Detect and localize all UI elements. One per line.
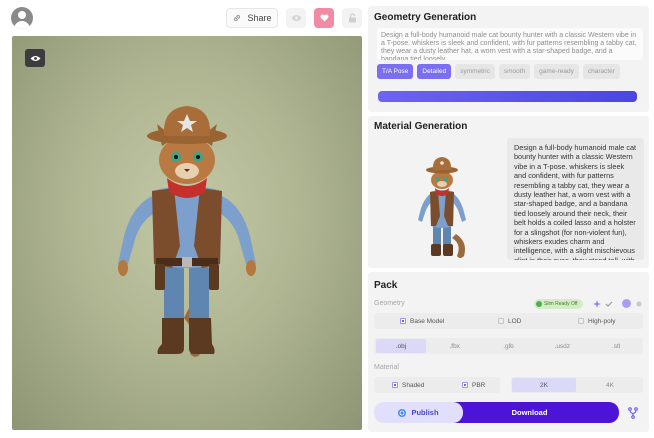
checkbox-icon — [392, 382, 398, 388]
cat-cowboy-thumbnail — [418, 157, 466, 258]
share-label: Share — [247, 13, 272, 23]
cat-cowboy-model — [118, 106, 256, 357]
material-title: Material Generation — [374, 121, 468, 132]
pack-panel: Pack Geometry Slim Ready Off Base Model … — [368, 272, 649, 432]
more-icon[interactable] — [634, 299, 643, 308]
publish-button[interactable]: Publish — [374, 402, 463, 423]
lock-button[interactable] — [342, 8, 362, 28]
checkbox-icon — [400, 318, 406, 324]
like-button[interactable] — [314, 8, 334, 28]
format-fbx[interactable]: .fbx — [430, 339, 480, 353]
resolution-selector: 2K 4K — [511, 377, 643, 393]
format-obj[interactable]: .obj — [376, 339, 426, 353]
format-usdz[interactable]: .usdz — [537, 339, 587, 353]
tag-smooth[interactable]: smooth — [498, 64, 531, 79]
geometry-title: Geometry Generation — [374, 12, 477, 23]
avatar[interactable] — [11, 7, 33, 29]
fork-button[interactable] — [624, 402, 642, 423]
lock-icon — [348, 13, 356, 23]
tag-character[interactable]: character — [582, 64, 620, 79]
tag-t-a-pose[interactable]: T/A Pose — [377, 64, 414, 79]
heart-icon — [320, 14, 328, 22]
visibility-button[interactable] — [286, 8, 306, 28]
download-button[interactable]: Download — [440, 402, 619, 423]
material-section-label: Material — [374, 364, 399, 371]
resolution-4k[interactable]: 4K — [578, 378, 642, 392]
material-thumbnail[interactable] — [378, 138, 504, 262]
checkbox-icon — [498, 318, 504, 324]
geometry-options-row: Base Model LOD High-poly — [374, 313, 643, 329]
option-lod[interactable]: LOD — [498, 313, 521, 329]
sparkle-icon[interactable] — [592, 299, 601, 308]
status-dot-icon — [536, 301, 542, 307]
fork-icon — [628, 406, 638, 419]
toggle-icon[interactable] — [622, 299, 631, 308]
model-viewer[interactable] — [12, 36, 362, 430]
geometry-panel: Geometry Generation Design a full-body h… — [368, 6, 649, 112]
check-icon[interactable] — [604, 299, 613, 308]
option-shaded[interactable]: Shaded — [392, 377, 424, 393]
link-icon — [234, 14, 241, 22]
option-high-poly[interactable]: High-poly — [578, 313, 615, 329]
material-description: Design a full-body humanoid male cat bou… — [507, 138, 644, 260]
format-glb[interactable]: .glb — [484, 339, 534, 353]
top-bar: Share — [0, 0, 366, 36]
resolution-2k[interactable]: 2K — [512, 378, 576, 392]
checkbox-icon — [462, 382, 468, 388]
option-pbr[interactable]: PBR — [462, 377, 485, 393]
option-base-model[interactable]: Base Model — [400, 313, 444, 329]
app-root: Share Geometry Generation Design a full-… — [0, 0, 654, 438]
tag-symmetric[interactable]: symmetric — [455, 64, 495, 79]
slim-ready-badge[interactable]: Slim Ready Off — [534, 299, 583, 309]
geometry-section-label: Geometry — [374, 300, 405, 307]
material-options-row: Shaded PBR — [374, 377, 500, 393]
geometry-prompt[interactable]: Design a full-body humanoid male cat bou… — [377, 28, 643, 60]
material-panel: Material Generation Design a full-body h… — [368, 116, 649, 268]
format-stl[interactable]: .stl — [591, 339, 641, 353]
prompt-tags: T/A Pose Detailed symmetric smooth game-… — [377, 64, 620, 79]
pack-title: Pack — [374, 280, 398, 291]
geometry-progress-bar — [378, 91, 637, 102]
eye-icon — [291, 15, 301, 21]
tag-detailed[interactable]: Detailed — [417, 64, 452, 79]
format-selector: .obj .fbx .glb .usdz .stl — [374, 338, 643, 354]
share-button[interactable]: Share — [226, 8, 278, 28]
checkbox-icon — [578, 318, 584, 324]
tag-game-ready[interactable]: game-ready — [534, 64, 579, 79]
globe-icon — [398, 408, 407, 417]
